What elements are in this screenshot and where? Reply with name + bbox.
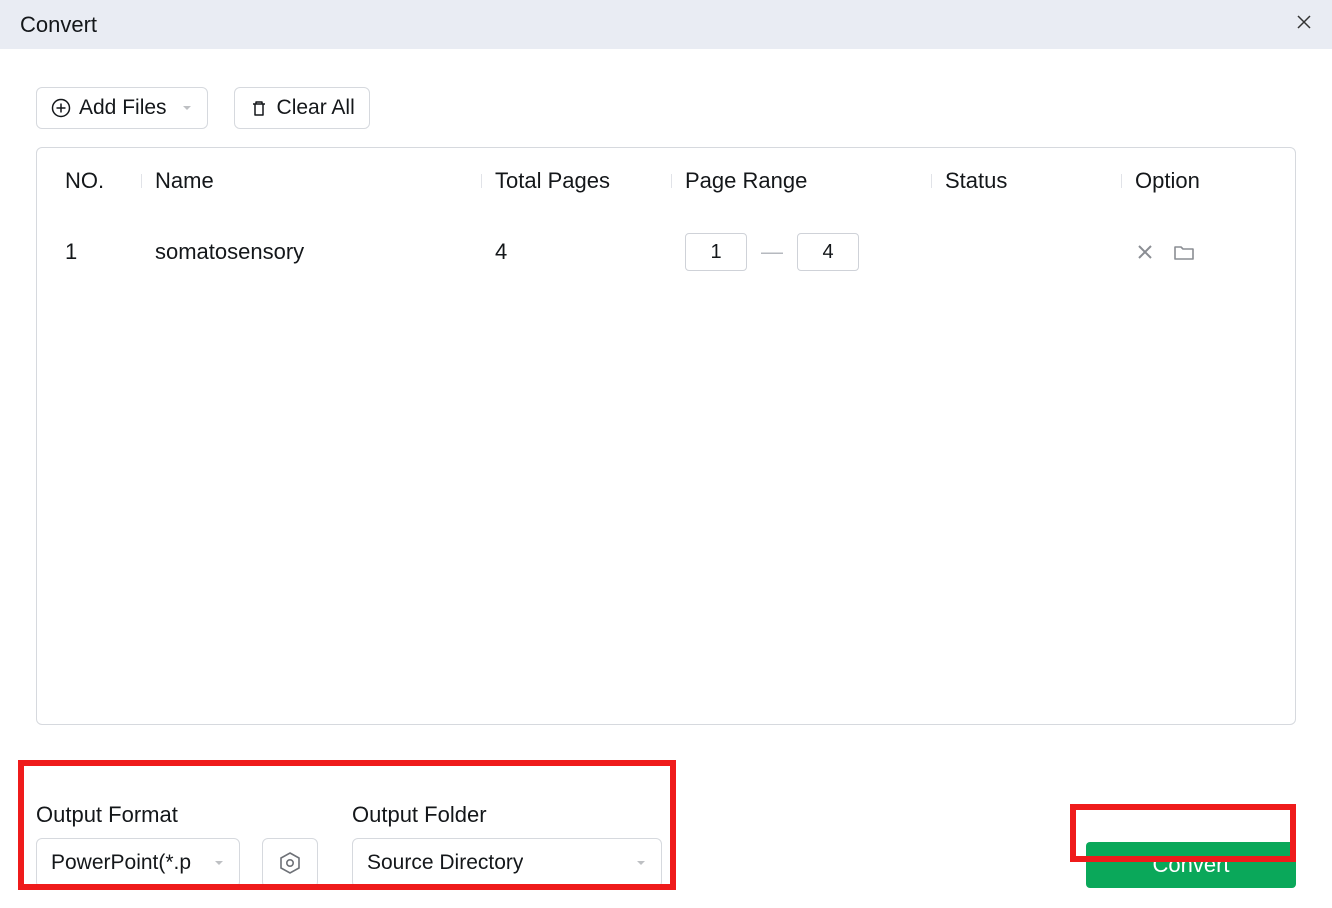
cell-page-range: — [685,233,945,271]
convert-button[interactable]: Convert [1086,842,1296,888]
output-format-select[interactable]: PowerPoint(*.p [36,838,240,888]
cell-option [1135,242,1295,262]
add-files-button[interactable]: Add Files [36,87,208,129]
output-format-value: PowerPoint(*.p [51,851,191,875]
format-settings-button[interactable] [262,838,318,888]
col-header-option: Option [1135,168,1295,194]
output-folder-select[interactable]: Source Directory [352,838,662,888]
clear-all-button[interactable]: Clear All [234,87,370,129]
table-header-row: NO. Name Total Pages Page Range Status O… [37,148,1295,214]
trash-icon [249,98,269,118]
output-folder-block: Output Folder Source Directory [352,802,662,888]
col-header-name: Name [155,168,495,194]
col-header-total-pages: Total Pages [495,168,685,194]
titlebar: Convert [0,0,1332,49]
output-format-block: Output Format PowerPoint(*.p [36,802,318,888]
clear-all-label: Clear All [277,96,355,120]
table-row: 1 somatosensory 4 — [37,214,1295,290]
close-icon[interactable] [1296,13,1312,36]
add-files-label: Add Files [79,96,167,120]
footer-left: Output Format PowerPoint(*.p Output Fold… [36,802,662,888]
footer: Output Format PowerPoint(*.p Output Fold… [0,802,1332,888]
plus-circle-icon [51,98,71,118]
col-header-page-range: Page Range [685,168,945,194]
cell-name: somatosensory [155,239,495,265]
range-dash: — [761,239,783,265]
output-folder-value: Source Directory [367,851,523,875]
settings-hex-icon [277,850,303,876]
chevron-down-icon [213,857,225,869]
col-header-status: Status [945,168,1135,194]
chevron-down-icon [181,102,193,114]
output-format-label: Output Format [36,802,318,828]
cell-total-pages: 4 [495,239,685,265]
output-folder-label: Output Folder [352,802,662,828]
window-title: Convert [20,12,97,38]
cell-no: 1 [65,239,155,265]
page-range-from-input[interactable] [685,233,747,271]
chevron-down-icon [635,857,647,869]
remove-row-icon[interactable] [1135,242,1155,262]
open-folder-icon[interactable] [1173,242,1195,262]
file-table: NO. Name Total Pages Page Range Status O… [36,147,1296,725]
toolbar: Add Files Clear All [0,49,1332,147]
page-range-to-input[interactable] [797,233,859,271]
